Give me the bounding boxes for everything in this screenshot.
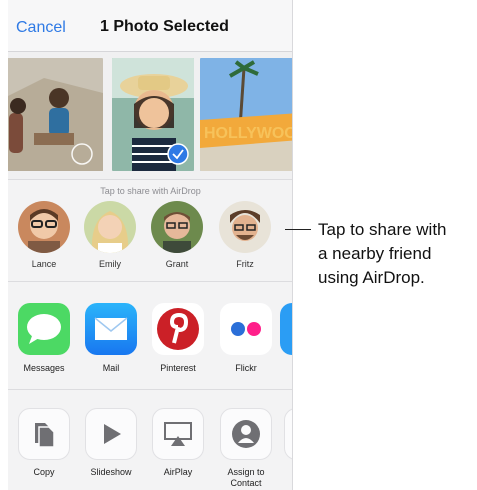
app-label: Mail (102, 363, 120, 373)
airdrop-callout: Tap to share with a nearby friend using … (318, 218, 476, 290)
share-to-messages-button[interactable]: Messages (13, 303, 75, 373)
app-icon-partial (280, 303, 292, 355)
share-app-partial[interactable] (280, 303, 292, 355)
action-label: Copy (33, 467, 55, 477)
action-icon-partial (284, 408, 292, 460)
avatar (18, 201, 70, 253)
callout-leader-line (285, 229, 311, 230)
page-title: 1 Photo Selected (100, 18, 229, 35)
action-partial[interactable] (284, 408, 292, 460)
mail-icon (85, 303, 137, 355)
cancel-button[interactable]: Cancel (16, 19, 66, 37)
photo-thumbnail[interactable] (8, 58, 103, 171)
slideshow-button[interactable]: Slideshow (80, 408, 142, 478)
copy-button[interactable]: Copy (13, 408, 75, 478)
avatar (219, 201, 271, 253)
flickr-icon (220, 303, 272, 355)
pinterest-icon (152, 303, 204, 355)
navigation-bar: Cancel 1 Photo Selected (8, 0, 292, 52)
play-icon (85, 408, 137, 460)
airdrop-contact[interactable]: Fritz (215, 201, 275, 269)
airdrop-contact[interactable]: Lance (14, 201, 74, 269)
action-label: Assign to Contact (227, 467, 265, 488)
avatar (84, 201, 136, 253)
assign-to-contact-button[interactable]: Assign to Contact (215, 408, 277, 489)
app-label: Flickr (235, 363, 257, 373)
callout-line: using AirDrop. (318, 268, 425, 287)
airdrop-section: Tap to share with AirDrop Lance Emily Gr… (8, 181, 292, 282)
messages-icon (18, 303, 70, 355)
airdrop-contact[interactable]: Emily (80, 201, 140, 269)
app-label: Pinterest (160, 363, 196, 373)
airdrop-contact[interactable]: Grant (147, 201, 207, 269)
contact-name: Emily (99, 259, 121, 269)
share-sheet: Cancel 1 Photo Selected HOLLYWOO Tap to … (8, 0, 293, 490)
action-label: AirPlay (163, 467, 193, 477)
copy-icon (18, 408, 70, 460)
avatar (151, 201, 203, 253)
contact-icon (220, 408, 272, 460)
photo-strip[interactable]: HOLLYWOO (8, 52, 293, 180)
callout-line: a nearby friend (318, 244, 432, 263)
share-to-pinterest-button[interactable]: Pinterest (147, 303, 209, 373)
callout-line: Tap to share with (318, 220, 447, 239)
svg-text:HOLLYWOO: HOLLYWOO (204, 125, 293, 142)
app-label: Messages (23, 363, 65, 373)
contact-name: Fritz (236, 259, 254, 269)
airplay-button[interactable]: AirPlay (147, 408, 209, 478)
airplay-icon (152, 408, 204, 460)
share-to-flickr-button[interactable]: Flickr (215, 303, 277, 373)
action-row: Copy Slideshow AirPlay Assign to Contact (8, 391, 292, 490)
contact-name: Lance (31, 259, 57, 269)
photo-thumbnail[interactable]: HOLLYWOO (200, 58, 293, 171)
action-label: Slideshow (90, 467, 132, 477)
contact-name: Grant (165, 259, 189, 269)
share-to-mail-button[interactable]: Mail (80, 303, 142, 373)
airdrop-hint: Tap to share with AirDrop (100, 186, 201, 196)
app-share-row: Messages Mail Pinterest Flickr (8, 283, 292, 390)
photo-thumbnail-selected[interactable] (112, 58, 194, 171)
